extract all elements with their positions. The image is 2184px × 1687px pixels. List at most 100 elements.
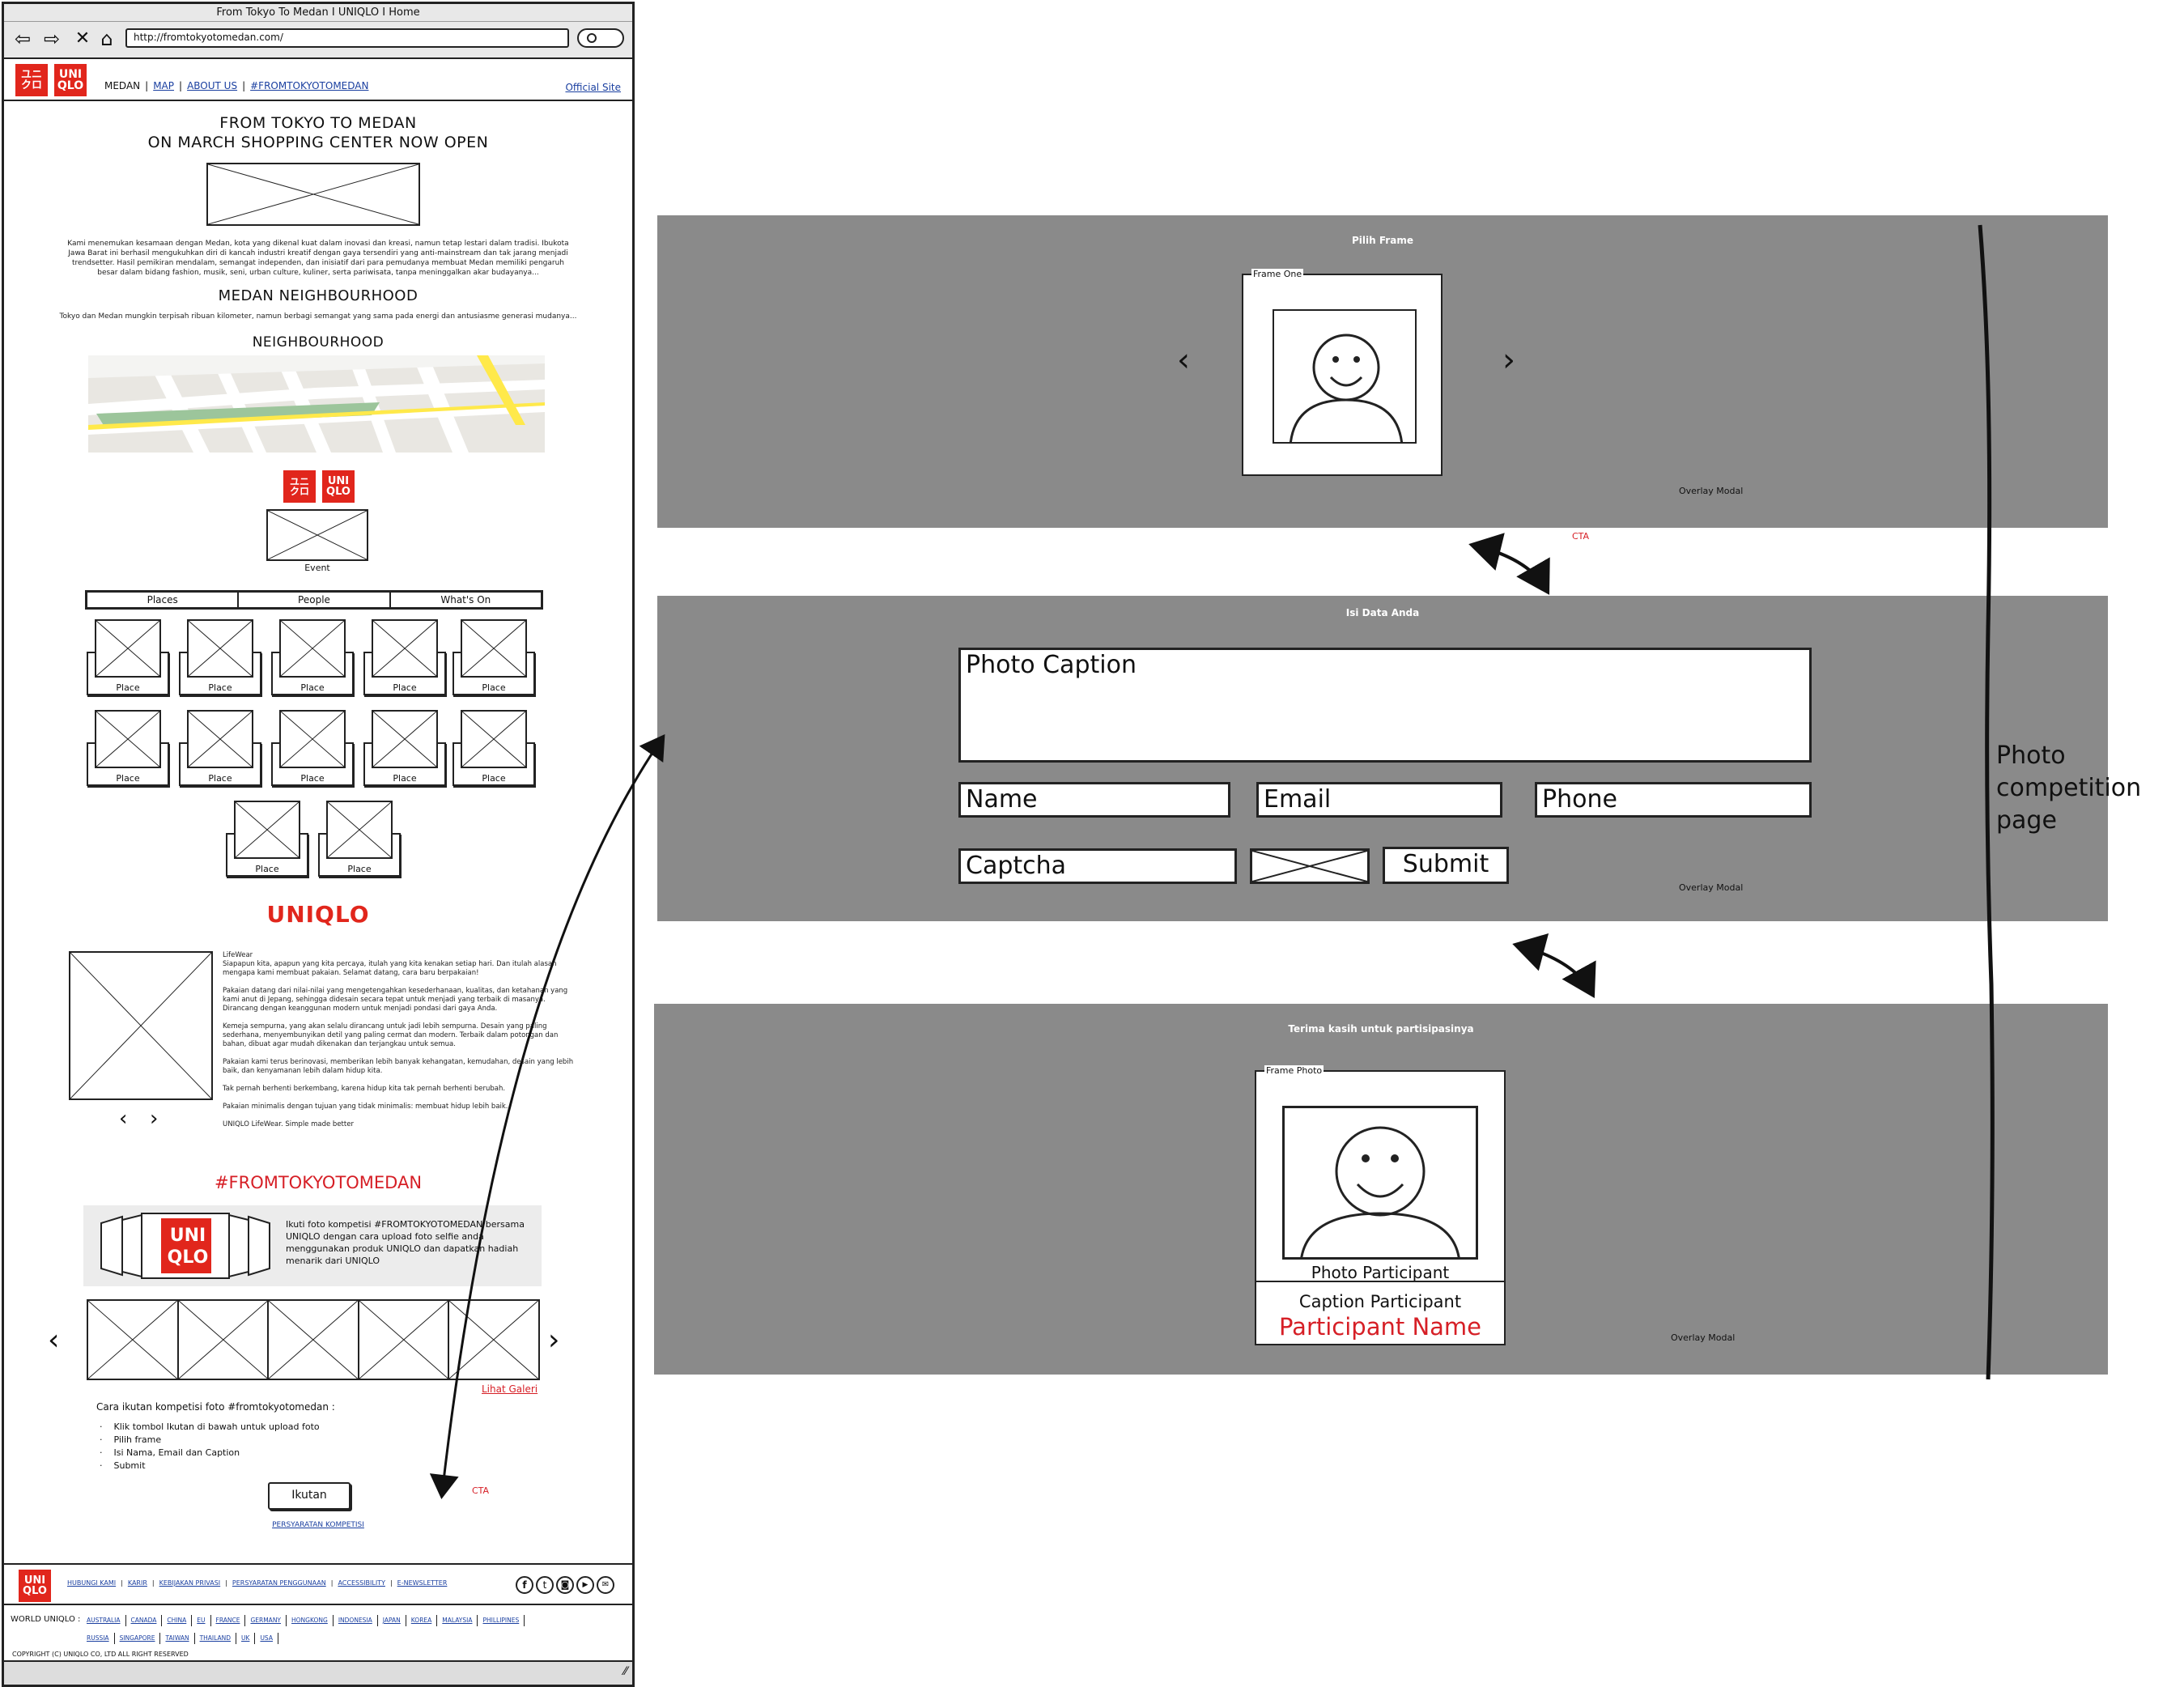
place-card[interactable]: Place: [363, 710, 446, 791]
country-link[interactable]: AUSTRALIA: [87, 1615, 126, 1626]
result-frame: Frame Photo Photo Participant Caption Pa…: [1255, 1065, 1506, 1345]
search-icon[interactable]: [577, 28, 624, 48]
lifewear-heading: LifeWear: [223, 951, 253, 959]
country-link[interactable]: THAILAND: [200, 1633, 237, 1644]
modal-pilih-frame: Pilih Frame Frame One ‹ › Overlay Modal: [657, 215, 2108, 528]
forward-icon[interactable]: ⇨: [41, 28, 62, 49]
gallery-photo[interactable]: [357, 1299, 450, 1380]
terms-link[interactable]: PERSYARATAN KOMPETISI: [4, 1521, 632, 1529]
name-field[interactable]: Name: [958, 782, 1230, 818]
place-card[interactable]: Place: [271, 710, 354, 791]
frame-next-icon[interactable]: ›: [1502, 342, 1515, 379]
footer-link[interactable]: KARIR: [128, 1579, 147, 1587]
country-link[interactable]: SINGAPORE: [120, 1633, 161, 1644]
place-card[interactable]: Place: [87, 710, 169, 791]
place-label: Place: [116, 682, 140, 693]
place-card[interactable]: Place: [179, 619, 261, 700]
official-site-link[interactable]: Official Site: [565, 82, 621, 93]
gallery-next-icon[interactable]: ›: [548, 1324, 559, 1357]
back-icon[interactable]: ⇦: [12, 28, 33, 49]
home-icon[interactable]: ⌂: [96, 28, 117, 49]
place-card[interactable]: Place: [271, 619, 354, 700]
footer-logo[interactable]: UNI QLO: [19, 1570, 51, 1602]
twitter-icon[interactable]: t: [536, 1576, 554, 1594]
hero-intro: Kami menemukan kesamaan dengan Medan, ko…: [67, 240, 569, 277]
tab-whats-on[interactable]: What's On: [391, 593, 541, 607]
uniqlo-logo-katakana[interactable]: ユニ クロ: [15, 64, 48, 96]
url-input[interactable]: http://fromtokyotomedan.com/: [125, 28, 569, 48]
place-card[interactable]: Place: [453, 710, 535, 791]
lifewear-text: LifeWear Siapapun kita, apapun yang kita…: [223, 951, 576, 1129]
tab-people[interactable]: People: [239, 593, 391, 607]
country-link[interactable]: JAPAN: [383, 1615, 406, 1626]
place-card[interactable]: Place: [226, 801, 308, 882]
resize-handle-icon[interactable]: ⁄⁄: [623, 1665, 627, 1678]
window-title: From Tokyo To Medan I UNIQLO I Home: [4, 4, 632, 22]
country-link[interactable]: GERMANY: [250, 1615, 287, 1626]
footer-link[interactable]: ACCESSIBILITY: [338, 1579, 385, 1587]
footer-link[interactable]: HUBUNGI KAMI: [67, 1579, 116, 1587]
nav-hashtag[interactable]: #FROMTOKYOTOMEDAN: [250, 80, 368, 91]
gallery-prev-icon[interactable]: ‹: [48, 1324, 59, 1357]
country-link[interactable]: USA: [260, 1633, 278, 1644]
submit-button[interactable]: Submit: [1383, 847, 1509, 884]
place-card[interactable]: Place: [179, 710, 261, 791]
footer-link[interactable]: PERSYARATAN PENGGUNAAN: [232, 1579, 326, 1587]
caption-field[interactable]: Photo Caption: [958, 648, 1812, 763]
event-image[interactable]: [266, 509, 368, 561]
country-link[interactable]: EU: [197, 1615, 211, 1626]
uniqlo-logo[interactable]: UNI QLO: [54, 64, 87, 96]
country-link[interactable]: MALAYSIA: [442, 1615, 478, 1626]
competition-banner[interactable]: UNI QLO Ikuti foto kompetisi #FROMTOKYOTO…: [83, 1205, 542, 1286]
place-card[interactable]: Place: [318, 801, 401, 882]
modal3-title: Terima kasih untuk partisipasinya: [1288, 1023, 1474, 1035]
stop-icon[interactable]: ✕: [72, 28, 93, 49]
copyright: COPYRIGHT (C) UNIQLO CO, LTD ALL RIGHT R…: [12, 1651, 189, 1658]
facebook-icon[interactable]: f: [516, 1576, 533, 1594]
social-icons: f t ◙ ▶ ✉: [516, 1576, 614, 1594]
instagram-icon[interactable]: ◙: [556, 1576, 574, 1594]
country-link[interactable]: UK: [241, 1633, 256, 1644]
country-link[interactable]: KOREA: [411, 1615, 438, 1626]
phone-field[interactable]: Phone: [1535, 782, 1812, 818]
gallery-photo[interactable]: [87, 1299, 179, 1380]
person-icon: [1290, 334, 1403, 442]
gallery-photo[interactable]: [176, 1299, 270, 1380]
status-bar: ⁄⁄: [4, 1660, 632, 1685]
country-link[interactable]: PHILLIPINES: [482, 1615, 525, 1626]
email-field[interactable]: Email: [1256, 782, 1502, 818]
country-link[interactable]: HONGKONG: [291, 1615, 334, 1626]
captcha-field[interactable]: Captcha: [958, 848, 1237, 884]
place-image: [95, 710, 161, 768]
email-icon[interactable]: ✉: [597, 1576, 614, 1594]
ikutan-button[interactable]: Ikutan: [268, 1482, 351, 1510]
tab-places[interactable]: Places: [87, 593, 240, 607]
gallery-photo[interactable]: [448, 1299, 540, 1380]
place-card[interactable]: Place: [363, 619, 446, 700]
country-link[interactable]: INDONESIA: [338, 1615, 378, 1626]
frame-prev-icon[interactable]: ‹: [1177, 342, 1190, 379]
country-link[interactable]: TAIWAN: [165, 1633, 195, 1644]
footer-link[interactable]: KEBIJAKAN PRIVASI: [159, 1579, 221, 1587]
country-link[interactable]: CANADA: [131, 1615, 163, 1626]
country-link[interactable]: RUSSIA: [87, 1633, 115, 1644]
step-text: Pilih frame: [113, 1434, 162, 1445]
frame-one[interactable]: Frame One: [1242, 269, 1443, 476]
footer-link[interactable]: E-NEWSLETTER: [397, 1579, 448, 1587]
place-card[interactable]: Place: [87, 619, 169, 700]
neighbourhood-map[interactable]: [88, 355, 545, 453]
nav-about[interactable]: ABOUT US: [187, 80, 237, 91]
lifewear-prev-icon[interactable]: ‹: [119, 1107, 127, 1131]
country-link[interactable]: CHINA: [167, 1615, 193, 1626]
nav-medan[interactable]: MEDAN: [104, 80, 140, 91]
place-label: Place: [208, 773, 232, 784]
youtube-icon[interactable]: ▶: [576, 1576, 594, 1594]
modal2-title: Isi Data Anda: [1345, 607, 1420, 618]
gallery-link[interactable]: Lihat Galeri: [482, 1383, 538, 1395]
place-image: [187, 619, 253, 678]
lifewear-next-icon[interactable]: ›: [150, 1107, 158, 1131]
place-card[interactable]: Place: [453, 619, 535, 700]
country-link[interactable]: FRANCE: [216, 1615, 246, 1626]
gallery-photo[interactable]: [267, 1299, 359, 1380]
nav-map[interactable]: MAP: [153, 80, 174, 91]
